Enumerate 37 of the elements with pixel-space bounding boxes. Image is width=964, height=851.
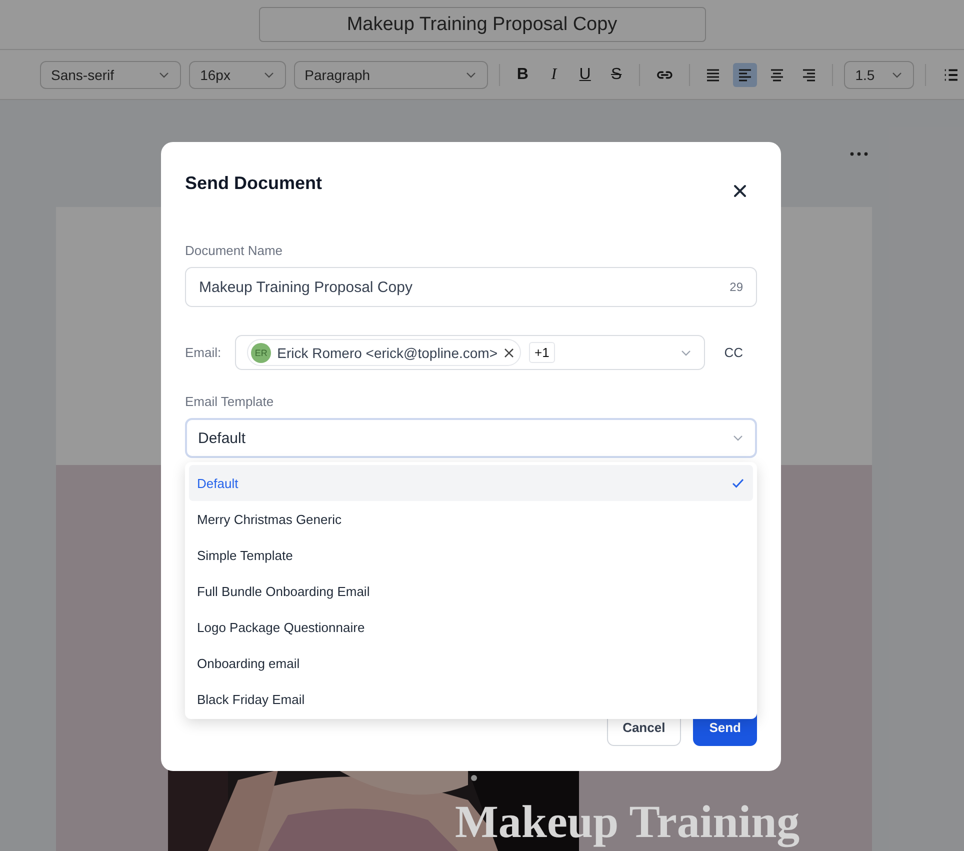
template-option[interactable]: Default (189, 465, 753, 501)
strike-button[interactable]: S (604, 62, 628, 86)
italic-button[interactable]: I (542, 62, 566, 86)
font-family-select[interactable]: Sans-serif (40, 60, 182, 88)
avatar: ER (251, 342, 272, 362)
document-name-field[interactable]: Makeup Training Proposal Copy 29 (185, 267, 757, 307)
bold-button[interactable]: B (511, 62, 534, 86)
field-label: Email Template (185, 394, 275, 409)
close-icon[interactable] (733, 184, 747, 198)
character-count: 29 (730, 280, 743, 294)
template-option[interactable]: Simple Template (189, 537, 753, 573)
block-type-select[interactable]: Paragraph (294, 60, 488, 88)
template-option[interactable]: Logo Package Questionnaire (189, 609, 753, 645)
email-template-select[interactable]: Default (185, 418, 757, 458)
more-recipients-count[interactable]: +1 (528, 342, 556, 363)
email-recipients-field[interactable]: ER Erick Romero <erick@topline.com> +1 (235, 335, 706, 370)
document-title-field[interactable]: Makeup Training Proposal Copy (258, 7, 706, 42)
more-options-icon[interactable] (850, 152, 868, 156)
remove-icon[interactable] (504, 348, 514, 358)
line-height-select[interactable]: 1.5 (844, 60, 914, 88)
field-label: Document Name (185, 243, 284, 258)
dialog-title: Send Document (185, 172, 322, 194)
font-size-select[interactable]: 16px (189, 60, 286, 88)
template-option[interactable]: Onboarding email (189, 645, 753, 681)
underline-button[interactable]: U (573, 62, 597, 86)
align-left-icon (737, 66, 754, 82)
template-option[interactable]: Full Bundle Onboarding Email (189, 573, 753, 609)
email-label: Email: (185, 345, 222, 360)
align-right-icon (801, 66, 818, 82)
recipient-chip[interactable]: ER Erick Romero <erick@topline.com> (247, 339, 521, 366)
align-justify-icon (705, 66, 722, 82)
align-center-icon (769, 66, 786, 82)
field-value: Makeup Training Proposal Copy (199, 278, 412, 296)
align-left-button[interactable] (733, 62, 758, 86)
check-icon (731, 476, 745, 490)
cc-button[interactable]: CC (724, 345, 743, 360)
template-option[interactable]: Merry Christmas Generic (189, 501, 753, 537)
